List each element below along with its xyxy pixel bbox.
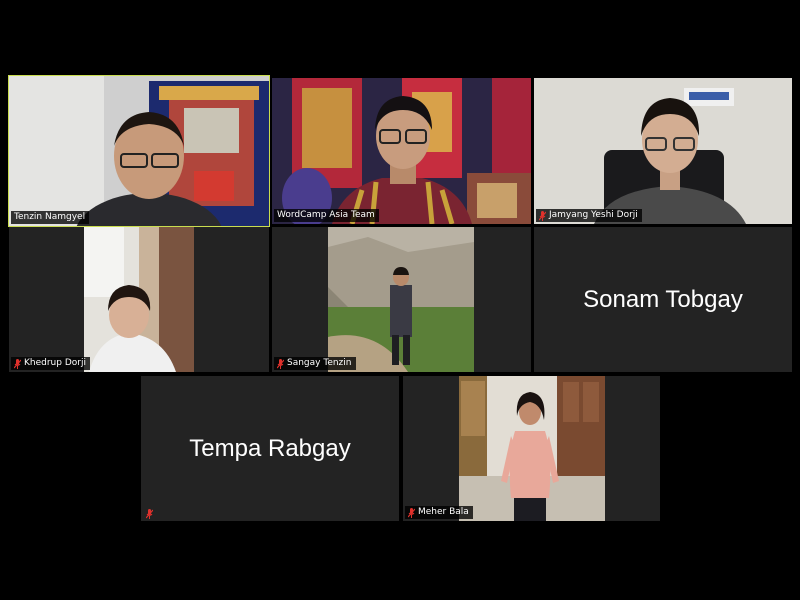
participant-name: Meher Bala <box>418 507 469 517</box>
video-tile-wordcamp-asia-team[interactable]: WordCamp Asia Team <box>272 78 531 224</box>
participant-name: WordCamp Asia Team <box>277 210 375 220</box>
participant-video <box>9 76 269 226</box>
participant-name-placeholder: Tempa Rabgay <box>189 434 351 462</box>
mic-muted-icon <box>14 358 21 369</box>
participant-name-tag: Sangay Tenzin <box>274 357 356 370</box>
video-tile-meher-bala[interactable]: Meher Bala <box>403 376 660 521</box>
video-tile-sangay-tenzin[interactable]: Sangay Tenzin <box>272 227 531 372</box>
participant-name: Tenzin Namgyel <box>14 212 86 222</box>
participant-name-tag: Meher Bala <box>405 506 473 519</box>
mic-muted-icon <box>539 210 546 221</box>
participant-name-tag: WordCamp Asia Team <box>274 209 379 222</box>
participant-video <box>84 227 194 372</box>
mic-muted-icon <box>146 509 153 519</box>
participant-name: Khedrup Dorji <box>24 358 86 368</box>
participant-name-tag: Khedrup Dorji <box>11 357 90 370</box>
video-tile-sonam-tobgay[interactable]: Sonam Tobgay <box>534 227 792 372</box>
participant-name: Jamyang Yeshi Dorji <box>549 210 638 220</box>
participant-name-placeholder: Sonam Tobgay <box>583 285 743 313</box>
video-tile-khedrup-dorji[interactable]: Khedrup Dorji <box>9 227 269 372</box>
participant-video <box>272 78 531 224</box>
participant-video <box>534 78 792 224</box>
participant-video <box>459 376 605 521</box>
participant-name-tag: Jamyang Yeshi Dorji <box>536 209 642 222</box>
mic-muted-icon <box>408 507 415 518</box>
video-tile-tempa-rabgay[interactable]: Tempa Rabgay <box>141 376 399 521</box>
participant-name-tag: Tenzin Namgyel <box>11 211 90 224</box>
participant-name-tag <box>143 509 157 519</box>
participant-video <box>328 227 474 372</box>
video-tile-tenzin-namgyel[interactable]: Tenzin Namgyel <box>8 75 270 227</box>
participant-name: Sangay Tenzin <box>287 358 352 368</box>
video-tile-jamyang-yeshi-dorji[interactable]: Jamyang Yeshi Dorji <box>534 78 792 224</box>
mic-muted-icon <box>277 358 284 369</box>
